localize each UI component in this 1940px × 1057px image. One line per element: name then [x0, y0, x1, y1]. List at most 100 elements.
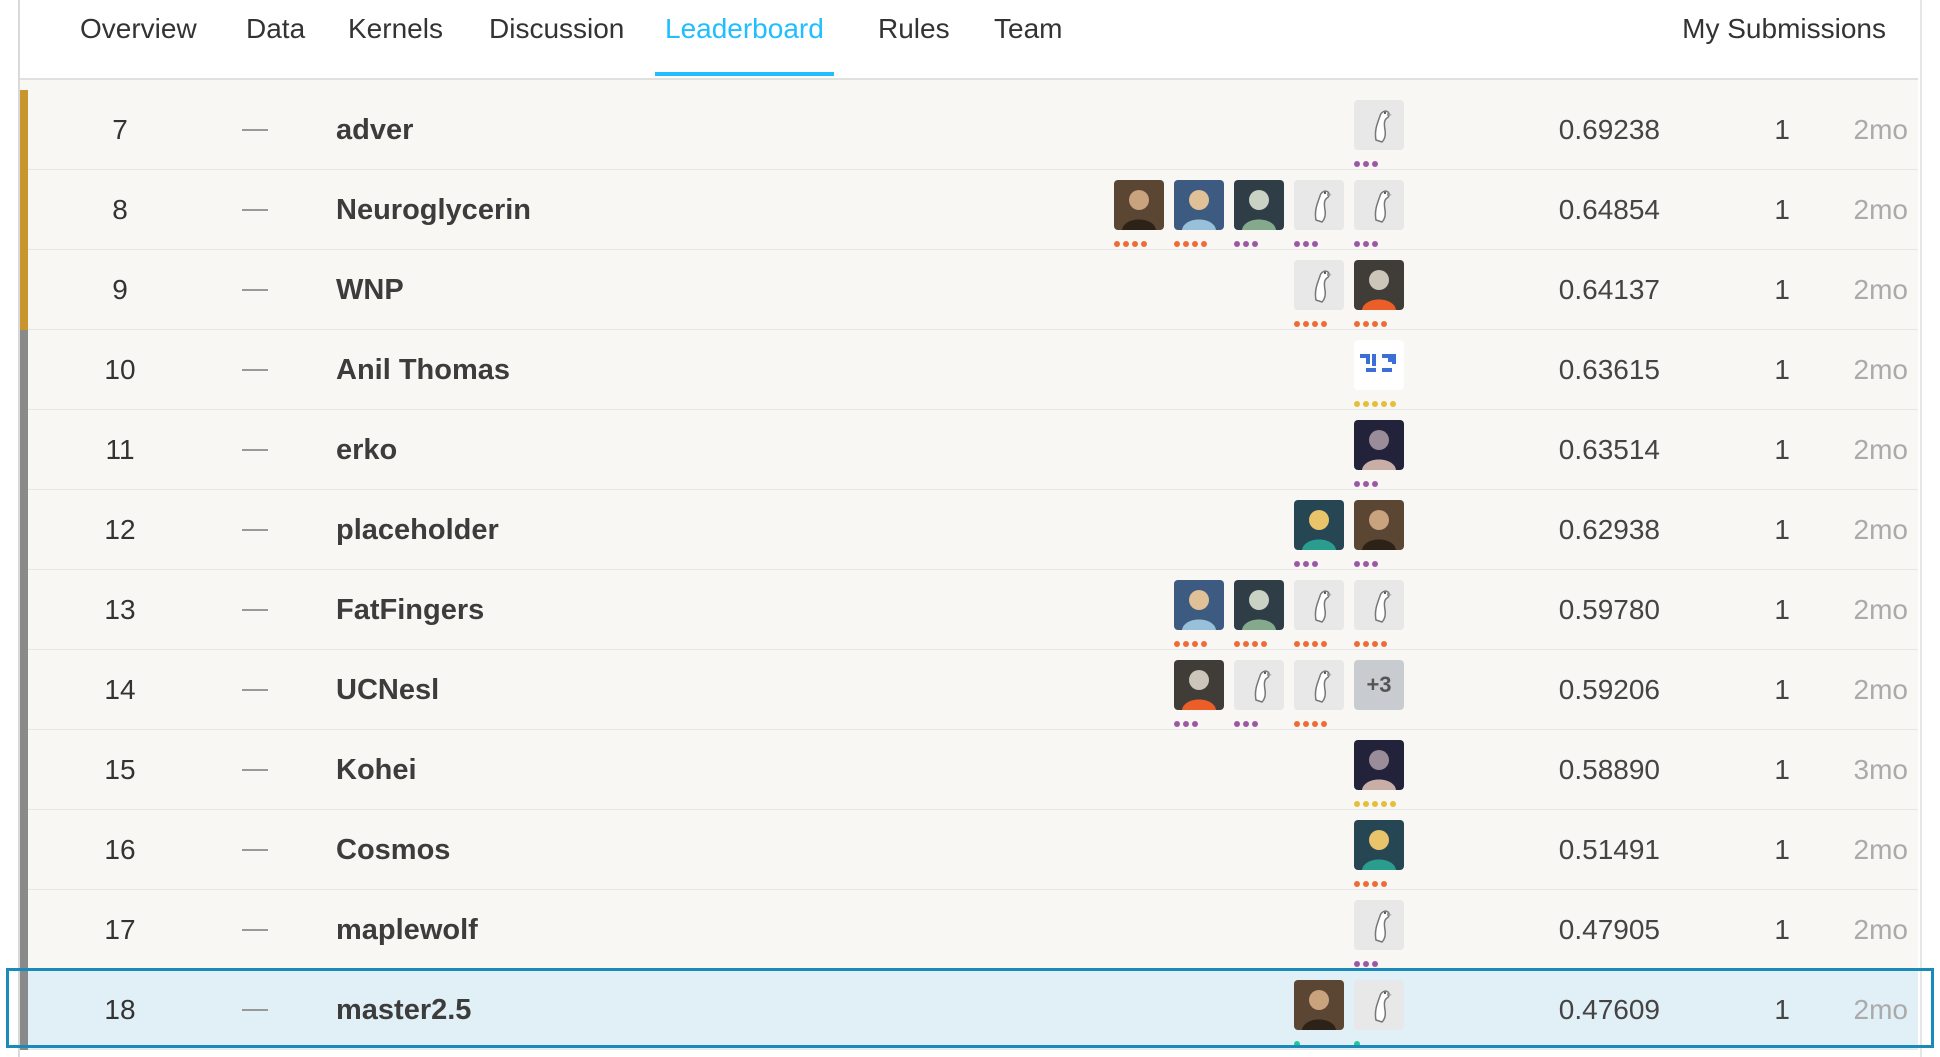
goose-avatar-icon[interactable] — [1354, 580, 1404, 630]
table-row[interactable]: 15 Kohei 0.58890 1 3mo — [20, 730, 1918, 810]
tier-dot — [1372, 481, 1378, 487]
tier-dot — [1192, 721, 1198, 727]
more-members-icon[interactable]: +3 — [1354, 660, 1404, 710]
score-cell: 0.64137 — [1558, 274, 1660, 305]
pattern-avatar-icon[interactable] — [1354, 340, 1404, 390]
goose-avatar-icon[interactable] — [1354, 180, 1404, 230]
team-name[interactable]: Kohei — [336, 730, 417, 810]
tier-dot — [1354, 481, 1360, 487]
user-photo-avatar-icon[interactable] — [1234, 580, 1284, 630]
user-photo-avatar-icon[interactable] — [1354, 740, 1404, 790]
tier-dot — [1372, 401, 1378, 407]
tier-dot — [1174, 641, 1180, 647]
user-photo-avatar-icon[interactable] — [1174, 180, 1224, 230]
tier-dots — [1294, 314, 1330, 327]
team-name[interactable]: adver — [336, 90, 413, 170]
user-photo-avatar-icon[interactable] — [1174, 580, 1224, 630]
goose-avatar-icon[interactable] — [1294, 660, 1344, 710]
rank-cell: 16 — [104, 834, 136, 865]
rank-change-dash — [242, 209, 268, 211]
team-name[interactable]: Cosmos — [336, 810, 450, 890]
rank-change-dash — [242, 529, 268, 531]
tier-dot — [1390, 801, 1396, 807]
user-photo-avatar-icon[interactable] — [1354, 820, 1404, 870]
entries-cell: 1 — [1774, 514, 1790, 545]
table-row[interactable]: 7 adver 0.69238 1 2mo — [20, 90, 1918, 170]
table-row[interactable]: 13 FatFingers 0.59780 1 2mo — [20, 570, 1918, 650]
user-photo-avatar-icon[interactable] — [1294, 980, 1344, 1030]
goose-avatar-icon[interactable] — [1294, 260, 1344, 310]
user-photo-avatar-icon[interactable] — [1114, 180, 1164, 230]
tab-leaderboard[interactable]: Leaderboard — [655, 0, 834, 76]
tier-dot — [1294, 241, 1300, 247]
tier-dot — [1354, 401, 1360, 407]
user-photo-avatar-icon[interactable] — [1234, 180, 1284, 230]
team-name[interactable]: Anil Thomas — [336, 330, 510, 410]
goose-avatar-icon[interactable] — [1294, 180, 1344, 230]
tab-overview[interactable]: Overview — [70, 0, 207, 76]
table-row[interactable]: 8 Neuroglycerin 0.64854 1 2mo — [20, 170, 1918, 250]
goose-avatar-icon[interactable] — [1354, 100, 1404, 150]
tier-dot — [1372, 561, 1378, 567]
score-cell: 0.58890 — [1558, 754, 1660, 785]
table-row[interactable]: 14 UCNesl +3 0.59206 1 2mo — [20, 650, 1918, 730]
tier-dot — [1372, 641, 1378, 647]
tab-kernels[interactable]: Kernels — [338, 0, 453, 76]
tier-dot — [1312, 321, 1318, 327]
tab-rules[interactable]: Rules — [868, 0, 960, 76]
tier-dot — [1312, 561, 1318, 567]
tier-dot — [1354, 961, 1360, 967]
tier-dots — [1234, 714, 1261, 727]
last-submission-cell: 2mo — [1853, 434, 1908, 465]
tier-dot — [1354, 561, 1360, 567]
tier-dots — [1174, 634, 1210, 647]
tab-data[interactable]: Data — [236, 0, 315, 76]
competition-nav: Overview Data Kernels Discussion Leaderb… — [20, 0, 1918, 80]
medal-bar — [20, 890, 28, 970]
tier-dot — [1243, 641, 1249, 647]
tier-dot — [1183, 241, 1189, 247]
team-name[interactable]: maplewolf — [336, 890, 478, 970]
table-row[interactable]: 9 WNP 0.64137 1 2mo — [20, 250, 1918, 330]
team-name[interactable]: UCNesl — [336, 650, 439, 730]
team-name[interactable]: Neuroglycerin — [336, 170, 531, 250]
user-photo-avatar-icon[interactable] — [1354, 420, 1404, 470]
tab-team[interactable]: Team — [984, 0, 1072, 76]
team-name[interactable]: WNP — [336, 250, 404, 330]
tier-dot — [1321, 641, 1327, 647]
goose-avatar-icon[interactable] — [1234, 660, 1284, 710]
my-submissions-link[interactable]: My Submissions — [1672, 0, 1896, 76]
table-row[interactable]: 17 maplewolf 0.47905 1 2mo — [20, 890, 1918, 970]
tab-discussion[interactable]: Discussion — [479, 0, 634, 76]
tier-dot — [1354, 1041, 1360, 1047]
tier-dots — [1354, 394, 1399, 407]
tier-dot — [1234, 241, 1240, 247]
entries-cell: 1 — [1774, 674, 1790, 705]
table-row[interactable]: 16 Cosmos 0.51491 1 2mo — [20, 810, 1918, 890]
tier-dot — [1381, 881, 1387, 887]
rank-change-dash — [242, 289, 268, 291]
tier-dot — [1174, 241, 1180, 247]
goose-avatar-icon[interactable] — [1354, 980, 1404, 1030]
team-name[interactable]: placeholder — [336, 490, 499, 570]
tier-dot — [1114, 241, 1120, 247]
user-photo-avatar-icon[interactable] — [1354, 260, 1404, 310]
medal-bar — [20, 810, 28, 890]
user-photo-avatar-icon[interactable] — [1294, 500, 1344, 550]
user-photo-avatar-icon[interactable] — [1174, 660, 1224, 710]
goose-avatar-icon[interactable] — [1294, 580, 1344, 630]
table-row[interactable]: 18 master2.5 0.47609 1 2mo — [20, 970, 1918, 1050]
rank-cell: 14 — [104, 674, 136, 705]
table-row[interactable]: 11 erko 0.63514 1 2mo — [20, 410, 1918, 490]
table-row[interactable]: 10 Anil Thomas 0.63615 1 2mo — [20, 330, 1918, 410]
tier-dot — [1201, 641, 1207, 647]
goose-avatar-icon[interactable] — [1354, 900, 1404, 950]
team-name[interactable]: master2.5 — [336, 970, 471, 1050]
tier-dot — [1141, 241, 1147, 247]
team-name[interactable]: erko — [336, 410, 397, 490]
team-name[interactable]: FatFingers — [336, 570, 484, 650]
table-row[interactable]: 12 placeholder 0.62938 1 2mo — [20, 490, 1918, 570]
tier-dot — [1381, 801, 1387, 807]
user-photo-avatar-icon[interactable] — [1354, 500, 1404, 550]
rank-cell: 12 — [104, 514, 136, 545]
